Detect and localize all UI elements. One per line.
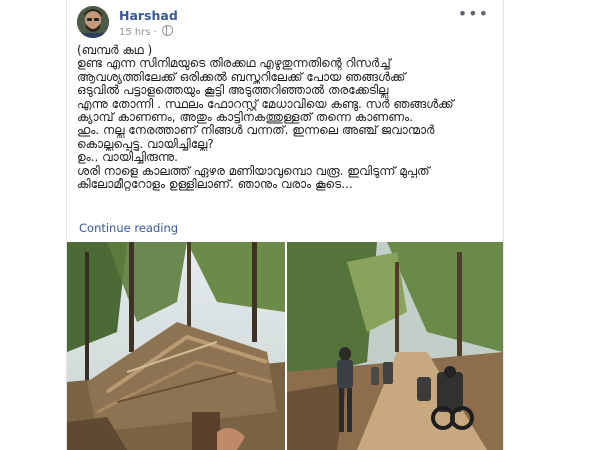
continue-reading-link[interactable]: Continue reading — [79, 221, 178, 235]
post-line: ഒടുവിൽ പട്ടാളത്തെയും കൂട്ടി അടുത്തറിഞ്ഞാ… — [77, 84, 389, 98]
post-text: (ബമ്പർ കഥ ) ഉണ്ട എന്ന സിനിമയുടെ തിരക്കഥ … — [77, 44, 495, 191]
author-name[interactable]: Harshad — [119, 8, 178, 23]
post-meta: 15 hrs · — [119, 25, 174, 38]
post-time[interactable]: 15 hrs — [119, 27, 151, 38]
hut-photo[interactable] — [67, 242, 285, 450]
post-line: ആവശ്യത്തിലേക്ക് ഒരിക്കൽ ബസ്തറിലേക്ക് പോയ… — [77, 70, 406, 84]
post-line: (ബമ്പർ കഥ ) — [77, 44, 153, 57]
author-avatar[interactable] — [77, 6, 109, 38]
forest-road-photo[interactable] — [287, 242, 503, 450]
post-line: ഉം.. വായിച്ചിരുന്നു. — [77, 151, 178, 165]
post-line: ഹും. നല്ല നേരത്താണ് നിങ്ങൾ വന്നത്. ഇന്നല… — [77, 124, 435, 138]
post-line: എന്നു തോന്നി . സ്ഥലം ഫോറസ്റ്റ് മേധാവിയെ … — [77, 97, 454, 111]
post-line: കൊല്ലപ്പെട്ടു. വായിച്ചില്ലേ? — [77, 137, 214, 151]
globe-icon — [162, 25, 174, 36]
more-options-icon[interactable]: ••• — [458, 4, 489, 23]
post-line: ക്യാമ്പ് കാണണം, അതും കാട്ടിനകത്തുള്ളത് ത… — [77, 111, 413, 125]
post-line: കിലോമീറ്ററോളം ഉള്ളിലാണ്. ഞാനും വരാം കൂടെ… — [77, 178, 353, 192]
photo-grid — [67, 242, 503, 450]
post-card: Harshad 15 hrs · ••• (ബമ്പർ കഥ ) ഉണ്ട എന… — [66, 0, 504, 450]
post-line: ശരി നാളെ കാലത്ത് ഏഴര മണിയാവുമ്പൊ വരൂ. ഇവ… — [77, 164, 430, 178]
post-line: ഉണ്ട എന്ന സിനിമയുടെ തിരക്കഥ എഴുതുന്നതിന്… — [77, 57, 391, 71]
post-header: Harshad 15 hrs · ••• — [77, 4, 493, 40]
meta-separator: · — [153, 27, 157, 38]
